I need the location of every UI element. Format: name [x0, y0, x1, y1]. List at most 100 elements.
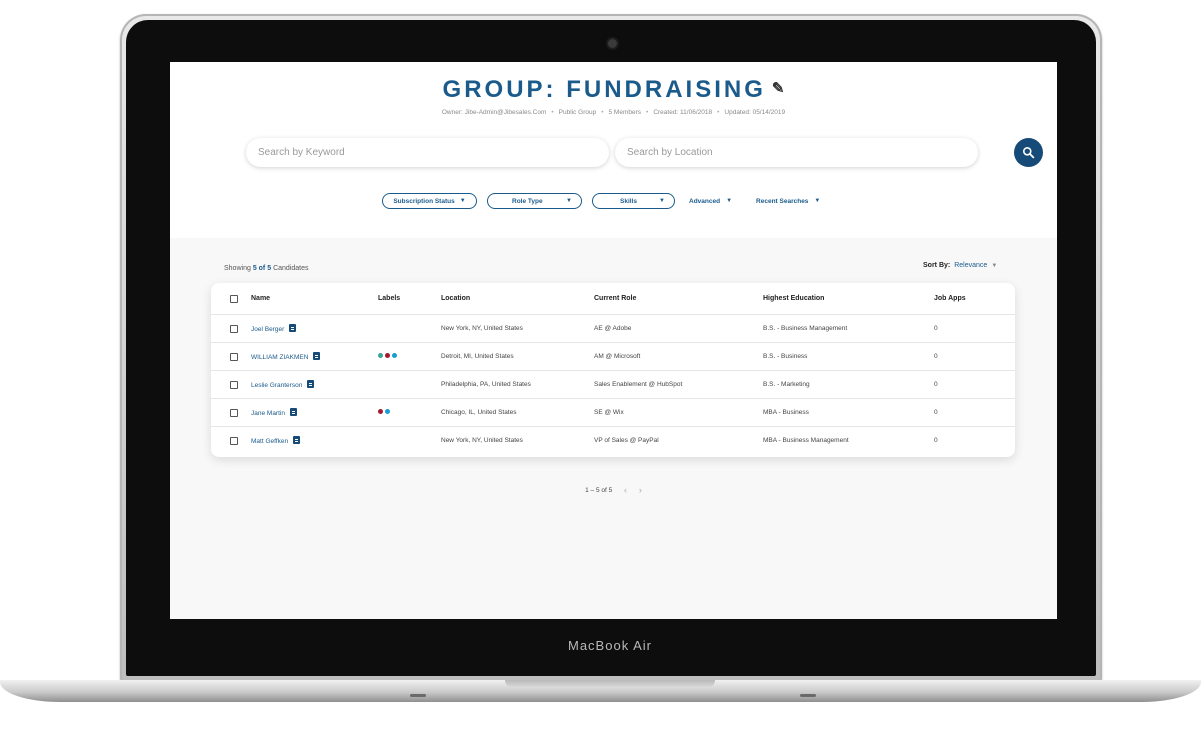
label-dot[interactable]: [392, 353, 397, 358]
app-screen: GROUP: FUNDRAISING ✎ Owner: Jibe-Admin@Ji…: [170, 62, 1057, 619]
column-header-education[interactable]: Highest Education: [763, 295, 824, 302]
role-cell: VP of Sales @ PayPal: [594, 437, 659, 444]
note-icon[interactable]: [313, 352, 321, 360]
note-icon[interactable]: [307, 380, 315, 388]
row-checkbox[interactable]: [230, 324, 238, 333]
recent-searches-dropdown[interactable]: Recent Searches ▼: [756, 198, 820, 205]
select-all-checkbox[interactable]: [230, 294, 238, 303]
note-icon[interactable]: [293, 436, 301, 444]
search-button[interactable]: [1014, 138, 1043, 167]
skills-filter[interactable]: Skills ▼: [592, 193, 675, 209]
caret-down-icon: ▼: [659, 198, 665, 204]
sort-control[interactable]: Sort By: Relevance ▼: [923, 262, 997, 269]
advanced-label: Advanced: [689, 197, 721, 205]
search-bar: [246, 138, 978, 167]
location-cell: New York, NY, United States: [441, 437, 523, 444]
job-apps-cell: 0: [934, 325, 938, 332]
caret-down-icon: ▼: [459, 198, 466, 204]
location-search-input[interactable]: [615, 138, 978, 167]
role-cell: AM @ Microsoft: [594, 353, 641, 360]
recent-searches-label: Recent Searches: [756, 197, 809, 205]
location-cell: Detroit, MI, United States: [441, 353, 514, 360]
keyword-search-input[interactable]: [246, 138, 609, 167]
note-icon[interactable]: [289, 408, 297, 416]
group-updated: Updated: 05/14/2019: [724, 109, 786, 116]
showing-prefix: Showing: [224, 265, 251, 272]
candidate-name-link[interactable]: Matt Geffken: [251, 438, 288, 445]
group-created: Created: 11/06/2018: [653, 109, 713, 116]
candidate-name-link[interactable]: Leslie Granterson: [251, 382, 302, 389]
caret-down-icon: ▼: [726, 198, 733, 204]
table-row: WILLIAM ZIAKMEN Detroit, MI, United Stat…: [211, 342, 1015, 370]
subscription-status-label: Subscription Status: [393, 197, 455, 205]
row-checkbox[interactable]: [230, 408, 238, 417]
role-cell: AE @ Adobe: [594, 325, 632, 332]
education-cell: B.S. - Marketing: [763, 381, 810, 388]
pagination: 1 – 5 of 5 ‹ ›: [170, 485, 1057, 495]
row-checkbox[interactable]: [230, 352, 238, 361]
job-apps-cell: 0: [934, 353, 938, 360]
table-row: Jane Martin Chicago, IL, United States S…: [211, 398, 1015, 426]
laptop-notch: [505, 680, 715, 688]
sort-value: Relevance: [954, 262, 988, 269]
education-cell: MBA - Business Management: [763, 437, 849, 444]
role-cell: SE @ Wix: [594, 409, 624, 416]
chevron-left-icon[interactable]: ‹: [624, 485, 627, 495]
job-apps-cell: 0: [934, 381, 938, 388]
candidates-table: Name Labels Location Current Role Highes…: [211, 283, 1015, 457]
group-header: GROUP: FUNDRAISING ✎ Owner: Jibe-Admin@Ji…: [170, 62, 1057, 238]
label-dot[interactable]: [378, 409, 383, 414]
note-icon[interactable]: [289, 324, 297, 332]
group-title: GROUP: FUNDRAISING: [442, 76, 766, 103]
caret-down-icon: ▼: [566, 198, 572, 204]
group-members: 5 Members: [608, 109, 642, 116]
candidate-name-link[interactable]: WILLIAM ZIAKMEN: [251, 354, 308, 361]
location-cell: Philadelphia, PA, United States: [441, 381, 531, 388]
results-area: Showing 5 of 5 Candidates Sort By: Relev…: [170, 238, 1057, 619]
column-header-job-apps[interactable]: Job Apps: [934, 295, 966, 302]
label-dot[interactable]: [378, 353, 383, 358]
label-dot[interactable]: [385, 353, 390, 358]
pagination-range: 1 – 5 of 5: [585, 487, 613, 494]
job-apps-cell: 0: [934, 409, 938, 416]
skills-label: Skills: [620, 197, 637, 205]
column-header-role[interactable]: Current Role: [594, 295, 636, 302]
job-apps-cell: 0: [934, 437, 938, 444]
row-checkbox[interactable]: [230, 380, 238, 389]
sort-label: Sort By:: [923, 262, 951, 269]
column-header-location[interactable]: Location: [441, 295, 470, 302]
laptop-foot: [410, 694, 426, 697]
labels-cell: [378, 353, 399, 360]
column-header-name[interactable]: Name: [251, 295, 270, 302]
camera-icon: [608, 39, 617, 48]
pencil-icon[interactable]: ✎: [772, 79, 785, 97]
education-cell: B.S. - Business: [763, 353, 808, 360]
subscription-status-filter[interactable]: Subscription Status ▼: [382, 193, 477, 209]
caret-down-icon: ▼: [814, 198, 821, 204]
candidate-name-link[interactable]: Jane Martin: [251, 410, 285, 417]
laptop-brand: MacBook Air: [568, 638, 652, 653]
labels-cell: [378, 409, 392, 416]
filter-bar: Subscription Status ▼ Role Type ▼ Skills ▼ …: [382, 192, 820, 210]
laptop-foot: [800, 694, 816, 697]
table-row: Matt Geffken New York, NY, United States…: [211, 426, 1015, 454]
advanced-filter[interactable]: Advanced ▼: [689, 198, 732, 205]
row-checkbox[interactable]: [230, 436, 238, 445]
label-dot[interactable]: [385, 409, 390, 414]
column-header-labels[interactable]: Labels: [378, 295, 400, 302]
role-type-filter[interactable]: Role Type ▼: [487, 193, 582, 209]
role-type-label: Role Type: [512, 197, 543, 205]
role-cell: Sales Enablement @ HubSpot: [594, 381, 683, 388]
showing-count: 5 of 5: [252, 265, 272, 272]
group-meta: Owner: Jibe-Admin@Jibesales.Com • Public G…: [441, 109, 786, 116]
location-cell: Chicago, IL, United States: [441, 409, 517, 416]
search-icon: [1022, 146, 1035, 159]
chevron-right-icon[interactable]: ›: [639, 485, 642, 495]
location-cell: New York, NY, United States: [441, 325, 523, 332]
showing-suffix: Candidates: [273, 265, 309, 272]
page-title: GROUP: FUNDRAISING ✎: [170, 76, 1057, 104]
candidate-name-link[interactable]: Joel Berger: [251, 326, 284, 333]
table-row: Leslie Granterson Philadelphia, PA, Unit…: [211, 370, 1015, 398]
table-row: Joel Berger New York, NY, United States …: [211, 314, 1015, 342]
group-owner: Owner: Jibe-Admin@Jibesales.Com: [441, 109, 547, 116]
